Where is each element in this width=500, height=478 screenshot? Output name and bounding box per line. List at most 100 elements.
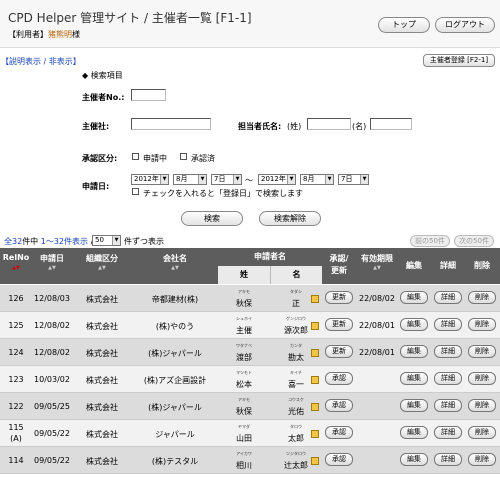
edit-button[interactable]: 編集 [400, 372, 428, 385]
delete-button[interactable]: 削除 [468, 399, 496, 412]
detail-button[interactable]: 詳細 [434, 453, 462, 466]
approve-button[interactable]: 承認 [325, 372, 353, 385]
total-prefix: 全 [4, 237, 12, 246]
date-separator: ～ [245, 176, 253, 185]
delete-button[interactable]: 削除 [468, 318, 496, 331]
last-name-kana: ヤマダ [238, 424, 250, 429]
delete-button[interactable]: 削除 [468, 426, 496, 439]
col-applicant[interactable]: 申請者名 [218, 251, 322, 262]
update-button[interactable]: 更新 [325, 291, 353, 304]
clear-search-button[interactable]: 検索解除 [259, 211, 321, 226]
table-row: 123 10/03/02 株式会社 (株)アズ企画設計 マツモト 松本 キイチ 喜一 承認 編集詳… [0, 366, 500, 393]
relno-sub-cell: (A) [10, 434, 22, 443]
col-company[interactable]: 会社名 [132, 253, 218, 264]
sort-company-icon[interactable]: ▲▼ [132, 265, 218, 271]
col-date[interactable]: 申請日 [32, 253, 72, 264]
next-page-button[interactable]: 次の50件 [454, 235, 494, 247]
sort-category-icon[interactable]: ▲▼ [72, 265, 132, 271]
detail-button[interactable]: 詳細 [434, 372, 462, 385]
edit-button[interactable]: 編集 [400, 345, 428, 358]
approval-pending-label: 申請中 [143, 154, 167, 163]
approve-button[interactable]: 承認 [325, 399, 353, 412]
approval-approved-checkbox[interactable] [180, 153, 187, 160]
delete-button[interactable]: 削除 [468, 453, 496, 466]
memo-icon[interactable] [311, 376, 319, 384]
total-mid: 件中 [22, 237, 39, 246]
date-from-month-select[interactable]: 8月 ▼ [173, 174, 207, 185]
chevron-down-icon: ▼ [233, 175, 241, 184]
col-last-name: 姓 [218, 266, 270, 284]
edit-button[interactable]: 編集 [400, 318, 428, 331]
date-label: 申請日: [82, 182, 110, 191]
delete-button[interactable]: 削除 [468, 291, 496, 304]
edit-button[interactable]: 編集 [400, 399, 428, 412]
memo-icon[interactable] [311, 322, 319, 330]
approve-button[interactable]: 承認 [325, 453, 353, 466]
last-name-input[interactable] [307, 118, 351, 130]
detail-button[interactable]: 詳細 [434, 291, 462, 304]
date-from-year-select[interactable]: 2012年 ▼ [131, 174, 169, 185]
sort-expiry-icon[interactable]: ▲▼ [356, 265, 398, 271]
date-cell: 09/05/22 [34, 456, 70, 465]
memo-icon[interactable] [311, 457, 319, 465]
chevron-down-icon: ▼ [287, 175, 295, 184]
last-name-cell: 秋保 [236, 299, 252, 308]
date-to-year-select[interactable]: 2012年 ▼ [258, 174, 296, 185]
organizer-no-label: 主催者No.: [82, 93, 125, 102]
organizer-input[interactable] [131, 118, 211, 130]
edit-button[interactable]: 編集 [400, 426, 428, 439]
relno-cell: 122 [8, 402, 24, 411]
detail-button[interactable]: 詳細 [434, 318, 462, 331]
detail-button[interactable]: 詳細 [434, 345, 462, 358]
update-button[interactable]: 更新 [325, 318, 353, 331]
top-button[interactable]: トップ [378, 17, 430, 33]
memo-icon[interactable] [311, 349, 319, 357]
date-to-day-select[interactable]: 7日 ▼ [338, 174, 369, 185]
relno-cell: 124 [8, 348, 24, 357]
category-cell: 株式会社 [86, 457, 118, 466]
register-organizer-button[interactable]: 主催者登録 [F2-1] [423, 54, 495, 67]
col-category[interactable]: 組織区分 [72, 253, 132, 264]
approve-button[interactable]: 承認 [325, 426, 353, 439]
sort-date-icon[interactable]: ▲▼ [32, 265, 72, 271]
company-cell: (株)ジャパール [148, 403, 202, 412]
organizer-no-input[interactable] [131, 89, 166, 101]
user-name: 猪熊明 [48, 30, 72, 39]
per-page-select[interactable]: 50 ▼ [92, 235, 121, 246]
sort-relno-icon[interactable]: ▲▼ [0, 265, 32, 271]
logout-button[interactable]: ログアウト [435, 17, 495, 33]
toggle-description-link[interactable]: 【説明表示 / 非表示】 [1, 56, 81, 67]
date-cell: 12/08/02 [34, 348, 70, 357]
display-range: 1～32件表示 [40, 237, 89, 246]
detail-button[interactable]: 詳細 [434, 399, 462, 412]
memo-icon[interactable] [311, 430, 319, 438]
edit-button[interactable]: 編集 [400, 291, 428, 304]
memo-icon[interactable] [311, 403, 319, 411]
prev-page-button[interactable]: 前の50件 [410, 235, 450, 247]
date-cell: 09/05/22 [34, 429, 70, 438]
col-relno[interactable]: RelNo [0, 253, 32, 262]
date-mode-checkbox[interactable] [132, 188, 139, 195]
col-first-name: 名 [270, 266, 322, 284]
memo-icon[interactable] [311, 295, 319, 303]
date-from-month: 8月 [176, 175, 188, 183]
approval-pending-checkbox[interactable] [132, 153, 139, 160]
delete-button[interactable]: 削除 [468, 345, 496, 358]
table-row: 122 09/05/25 株式会社 (株)ジャパール アキモ 秋保 コウスケ 光佑 承認 編集 詳細… [0, 393, 500, 420]
first-name-input[interactable] [370, 118, 412, 130]
detail-button[interactable]: 詳細 [434, 426, 462, 439]
delete-button[interactable]: 削除 [468, 372, 496, 385]
col-expiry[interactable]: 有効期限 [356, 253, 398, 264]
search-section-title: ◆ 検索項目 [82, 71, 123, 80]
update-button[interactable]: 更新 [325, 345, 353, 358]
date-from-day-select[interactable]: 7日 ▼ [211, 174, 242, 185]
company-cell: (株)テスタル [151, 457, 199, 466]
user-suffix: 様 [72, 30, 80, 39]
last-name-cell: 渡部 [236, 353, 252, 362]
last-name-kana: シュホイ [236, 316, 252, 321]
date-to-month-select[interactable]: 8月 ▼ [300, 174, 334, 185]
date-from-day: 7日 [214, 175, 226, 183]
person-label: 担当者氏名: [238, 122, 282, 131]
search-button[interactable]: 検索 [181, 211, 243, 226]
edit-button[interactable]: 編集 [400, 453, 428, 466]
